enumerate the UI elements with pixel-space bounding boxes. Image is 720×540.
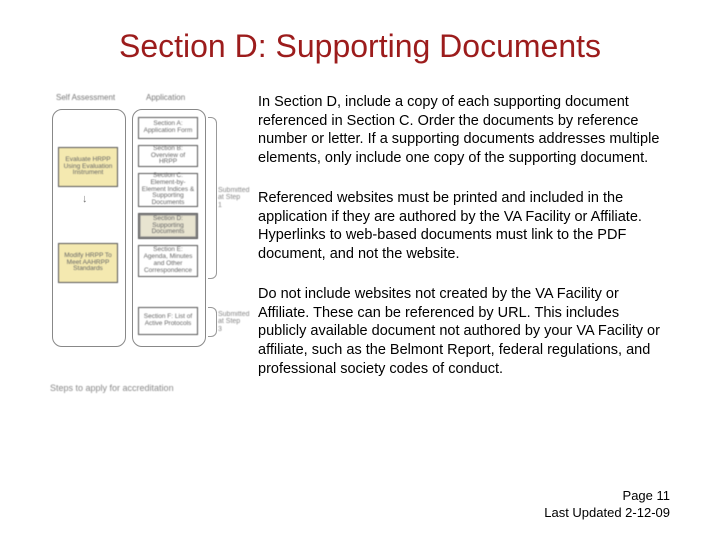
brace-icon [208,307,217,337]
diagram-box-selected: Section D: Supporting Documents [138,213,198,239]
page-title: Section D: Supporting Documents [50,28,670,65]
process-diagram: Self Assessment Application Evaluate HRP… [50,93,240,393]
arrow-down-icon: ↓ [82,193,88,205]
diagram-box: Modify HRPP To Meet AAHRPP Standards [58,243,118,283]
diagram-column: Self Assessment Application Evaluate HRP… [50,93,240,400]
brace-icon [208,117,217,279]
diagram-caption: Steps to apply for accreditation [50,383,174,393]
diagram-box: Section E: Agenda, Minutes and Other Cor… [138,245,198,277]
diagram-side-label: Submitted at Step 1 [218,187,242,209]
body-paragraph: Referenced websites must be printed and … [258,189,670,263]
diagram-box: Section B: Overview of HRPP [138,145,198,167]
diagram-box: Evaluate HRPP Using Evaluation Instrumen… [58,147,118,187]
diagram-header-b: Application [146,93,185,102]
diagram-box: Section F: List of Active Protocols [138,307,198,335]
diagram-box: Section A: Application Form [138,117,198,139]
slide: Section D: Supporting Documents Self Ass… [0,0,720,540]
diagram-header-a: Self Assessment [56,93,115,102]
diagram-side-label: Submitted at Step 3 [218,311,242,333]
last-updated: Last Updated 2-12-09 [544,505,670,522]
content-row: Self Assessment Application Evaluate HRP… [50,93,670,400]
body-paragraph: Do not include websites not created by t… [258,285,670,378]
text-column: In Section D, include a copy of each sup… [258,93,670,400]
footer: Page 11 Last Updated 2-12-09 [544,488,670,522]
body-paragraph: In Section D, include a copy of each sup… [258,93,670,167]
diagram-box: Section C: Element-by-Element Indices & … [138,173,198,207]
diagram-col-a [52,109,126,347]
page-number: Page 11 [544,488,670,505]
